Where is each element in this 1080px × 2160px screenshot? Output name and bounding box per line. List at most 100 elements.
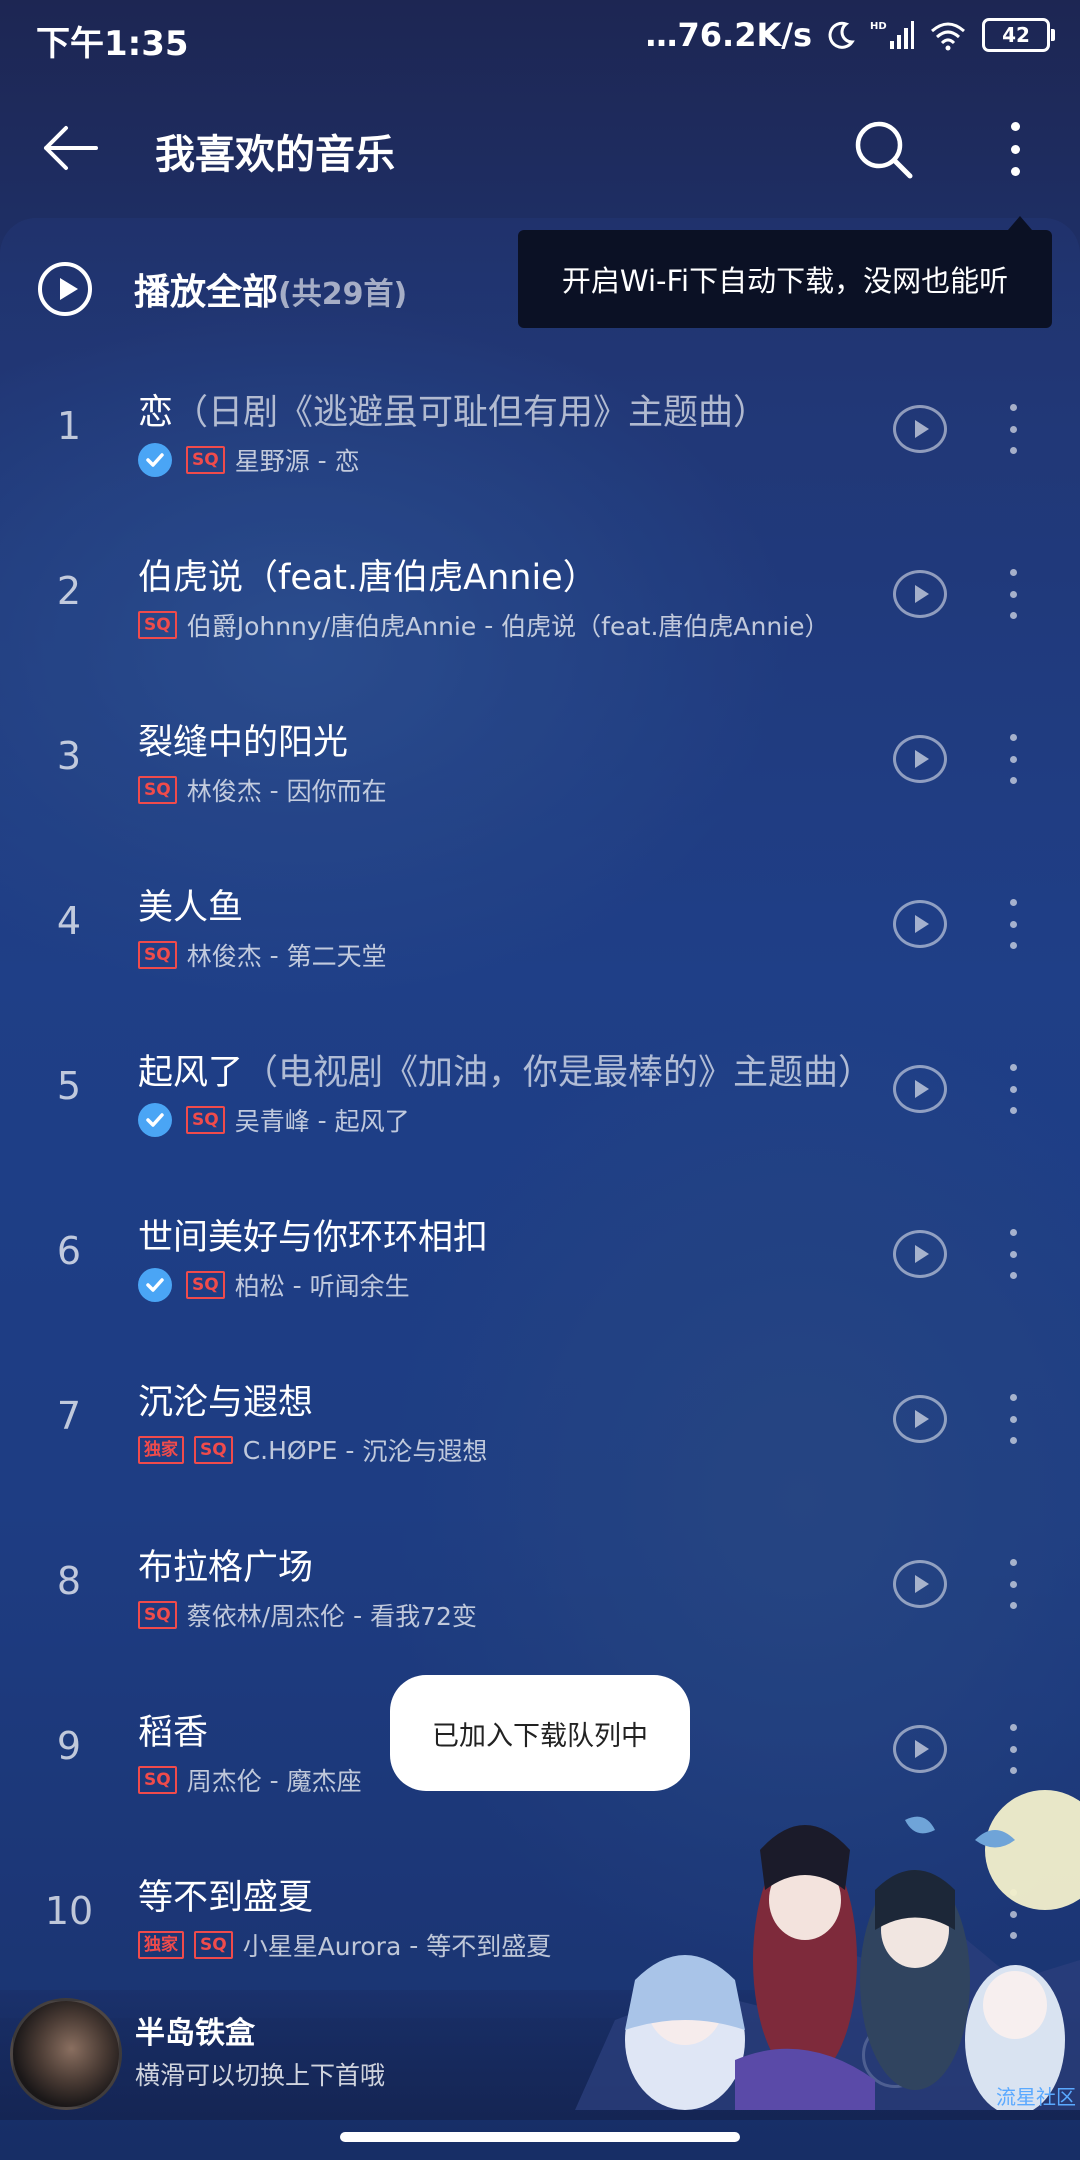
song-title: 美人鱼 xyxy=(138,879,243,930)
song-meta: SQ 林俊杰 - 第二天堂 xyxy=(138,937,387,973)
more-dot-icon xyxy=(1009,1107,1017,1114)
exclusive-badge: 独家 xyxy=(138,1931,184,1959)
more-dot-icon xyxy=(1010,122,1020,131)
song-row[interactable]: 10 等不到盛夏 独家 SQ 小星星Aurora - 等不到盛夏 xyxy=(0,1835,1080,2000)
song-row[interactable]: 4 美人鱼 SQ 林俊杰 - 第二天堂 xyxy=(0,845,1080,1010)
more-dot-icon xyxy=(1009,777,1017,784)
song-index: 7 xyxy=(56,1394,82,1438)
more-dot-icon xyxy=(1009,920,1017,928)
song-artist: 吴青峰 xyxy=(234,1107,310,1136)
song-index: 3 xyxy=(56,734,82,778)
now-playing-title: 半岛铁盒 xyxy=(135,2016,255,2051)
song-meta: 独家 SQ 小星星Aurora - 等不到盛夏 xyxy=(138,1927,551,1963)
mv-play-button[interactable] xyxy=(893,900,947,948)
song-count: (共29首) xyxy=(278,277,408,312)
more-dot-icon xyxy=(1009,1559,1017,1566)
auto-download-tooltip[interactable]: 开启Wi-Fi下自动下载，没网也能听 xyxy=(518,216,1052,328)
song-title-text: 伯虎说（feat.唐伯虎Annie） xyxy=(138,558,598,598)
song-title: 布拉格广场 xyxy=(138,1539,313,1590)
mv-play-button[interactable] xyxy=(893,1890,947,1938)
song-index: 6 xyxy=(56,1229,82,1273)
downloaded-check-icon xyxy=(138,443,172,477)
exclusive-badge: 独家 xyxy=(138,1436,184,1464)
sq-quality-badge: SQ xyxy=(186,1106,225,1134)
mv-play-button[interactable] xyxy=(893,1065,947,1113)
song-index: 1 xyxy=(56,404,82,448)
song-more-button[interactable] xyxy=(1005,899,1021,949)
play-all-text: 播放全部 xyxy=(134,272,279,313)
song-album: 魔杰座 xyxy=(286,1767,362,1796)
home-indicator[interactable] xyxy=(340,2132,740,2142)
album-cover[interactable] xyxy=(10,1998,122,2110)
more-dot-icon xyxy=(1009,942,1017,949)
song-more-button[interactable] xyxy=(1005,1394,1021,1444)
back-button[interactable] xyxy=(40,118,110,178)
sq-quality-badge: SQ xyxy=(138,941,177,969)
mv-play-button[interactable] xyxy=(893,1230,947,1278)
song-artist: 小星星Aurora xyxy=(242,1932,402,1961)
more-dot-icon xyxy=(1009,1602,1017,1609)
song-artist: 林俊杰 xyxy=(186,777,262,806)
more-dot-icon xyxy=(1009,1580,1017,1588)
song-artist: 周杰伦 xyxy=(186,1767,262,1796)
sq-quality-badge: SQ xyxy=(194,1436,233,1464)
more-dot-icon xyxy=(1009,447,1017,454)
song-more-button[interactable] xyxy=(1005,1229,1021,1279)
song-more-button[interactable] xyxy=(1005,1064,1021,1114)
more-dot-icon xyxy=(1009,1767,1017,1774)
artist-album-separator: - xyxy=(401,1930,427,1960)
song-row[interactable]: 6 世间美好与你环环相扣 SQ 柏松 - 听闻余生 xyxy=(0,1175,1080,1340)
mv-play-button[interactable] xyxy=(893,570,947,618)
song-artist: 星野源 xyxy=(234,447,310,476)
play-circle-icon xyxy=(38,262,92,316)
song-index: 10 xyxy=(44,1889,94,1933)
song-row[interactable]: 5 起风了（电视剧《加油，你是最棒的》主题曲） SQ 吴青峰 - 起风了 xyxy=(0,1010,1080,1175)
song-meta: SQ 伯爵Johnny/唐伯虎Annie - 伯虎说（feat.唐伯虎Annie） xyxy=(138,607,830,643)
sq-quality-badge: SQ xyxy=(186,446,225,474)
song-more-button[interactable] xyxy=(1005,404,1021,454)
song-album: 沉沦与遐想 xyxy=(362,1437,488,1466)
song-row[interactable]: 1 恋（日剧《逃避虽可耻但有用》主题曲） SQ 星野源 - 恋 xyxy=(0,350,1080,515)
more-dot-icon xyxy=(1010,144,1020,154)
status-time: 下午1:35 xyxy=(36,24,189,64)
mini-play-button[interactable] xyxy=(862,2022,928,2088)
toast-text: 已加入下载队列中 xyxy=(432,1720,648,1752)
song-title-text: 沉沦与遐想 xyxy=(138,1383,314,1423)
mini-player[interactable]: 半岛铁盒 横滑可以切换上下首哦 xyxy=(0,1990,1080,2120)
mv-play-button[interactable] xyxy=(893,735,947,783)
svg-text:HD: HD xyxy=(870,21,887,32)
more-dot-icon xyxy=(1009,404,1017,411)
artist-album-separator: - xyxy=(261,1765,287,1795)
song-more-button[interactable] xyxy=(1005,1724,1021,1774)
song-row[interactable]: 3 裂缝中的阳光 SQ 林俊杰 - 因你而在 xyxy=(0,680,1080,845)
mv-play-button[interactable] xyxy=(893,405,947,453)
song-more-button[interactable] xyxy=(1005,734,1021,784)
now-playing-hint: 横滑可以切换上下首哦 xyxy=(135,2061,386,2090)
artist-album-separator: - xyxy=(309,1105,335,1135)
song-artist: 柏松 xyxy=(234,1272,285,1301)
song-artist: 蔡依林/周杰伦 xyxy=(186,1602,346,1631)
song-row[interactable]: 2 伯虎说（feat.唐伯虎Annie） SQ 伯爵Johnny/唐伯虎Annie -… xyxy=(0,515,1080,680)
song-more-button[interactable] xyxy=(1005,1889,1021,1939)
mv-play-button[interactable] xyxy=(893,1395,947,1443)
song-meta: SQ 吴青峰 - 起风了 xyxy=(138,1102,410,1138)
search-button[interactable] xyxy=(852,118,916,182)
song-row[interactable]: 8 布拉格广场 SQ 蔡依林/周杰伦 - 看我72变 xyxy=(0,1505,1080,1670)
mv-play-button[interactable] xyxy=(893,1560,947,1608)
song-title-text: 稻香 xyxy=(138,1713,209,1753)
mv-play-button[interactable] xyxy=(893,1725,947,1773)
song-more-button[interactable] xyxy=(1005,1559,1021,1609)
more-dot-icon xyxy=(1009,755,1017,763)
more-dot-icon xyxy=(1009,1910,1017,1918)
sq-quality-badge: SQ xyxy=(194,1931,233,1959)
playlist-button[interactable] xyxy=(990,2030,1046,2080)
song-subtitle: （电视剧《加油，你是最棒的》主题曲） xyxy=(243,1053,874,1093)
more-options-button[interactable] xyxy=(1000,114,1030,184)
song-more-button[interactable] xyxy=(1005,569,1021,619)
more-dot-icon xyxy=(1009,1415,1017,1423)
more-dot-icon xyxy=(1009,1085,1017,1093)
song-row[interactable]: 7 沉沦与遐想 独家 SQ C.HØPE - 沉沦与遐想 xyxy=(0,1340,1080,1505)
play-all-button[interactable]: 播放全部(共29首) xyxy=(38,258,407,320)
song-album: 伯虎说（feat.唐伯虎Annie） xyxy=(501,612,830,641)
back-arrow-icon xyxy=(44,126,98,170)
